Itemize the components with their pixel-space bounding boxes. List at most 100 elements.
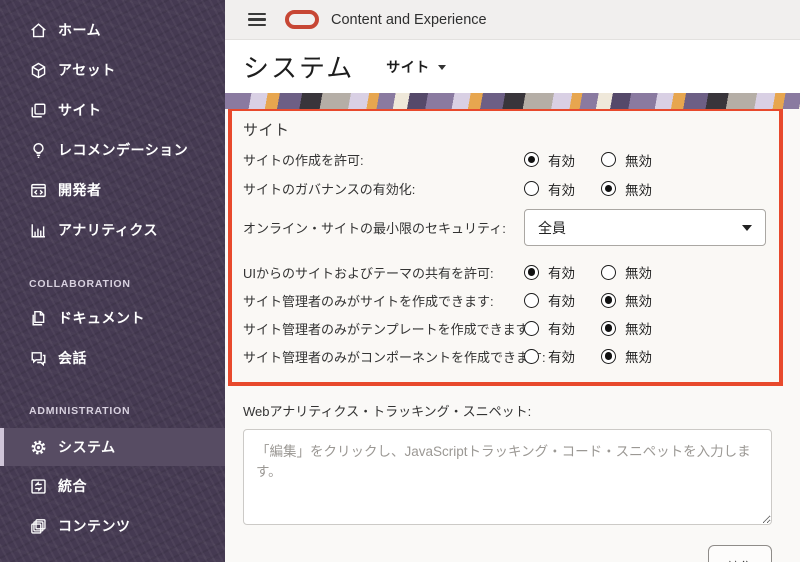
chevron-down-icon [742, 224, 752, 231]
sidebar: ホーム アセット サイト レコメンデーション 開発者 アナリティクス COLLA… [0, 0, 225, 562]
radio-label: 有効 [548, 182, 575, 198]
sidebar-item-system[interactable]: システム [0, 428, 225, 466]
setting-row-minimum-security: オンライン・サイトの最小限のセキュリティ: 全員 [243, 203, 769, 252]
setting-label: サイト管理者のみがテンプレートを作成できます: [243, 321, 533, 337]
radio-option-disabled[interactable]: 無効 [601, 262, 652, 282]
setting-row-allow-ui-sharing: UIからのサイトおよびテーマの共有を許可: 有効 無効 [243, 258, 769, 286]
setting-label: サイトの作成を許可: [243, 153, 364, 168]
radio-option-enabled[interactable]: 有効 [524, 150, 575, 170]
setting-label: UIからのサイトおよびテーマの共有を許可: [243, 265, 494, 281]
scope-dropdown[interactable]: サイト [386, 57, 446, 77]
radio-option-disabled[interactable]: 無効 [601, 179, 652, 199]
radio-button-icon[interactable] [524, 181, 539, 196]
radio-option-enabled[interactable]: 有効 [524, 318, 575, 338]
radio-button-icon[interactable] [601, 152, 616, 167]
radio-label: 無効 [625, 266, 652, 281]
menu-icon[interactable] [248, 13, 266, 26]
chevron-down-icon [437, 65, 446, 70]
title-bar: システム サイト [225, 40, 800, 93]
scope-label: サイト [386, 58, 430, 75]
radio-option-enabled[interactable]: 有効 [524, 179, 575, 199]
setting-label: オンライン・サイトの最小限のセキュリティ: [243, 221, 506, 236]
main-area: Content and Experience システム サイト サイト サイトの… [225, 0, 800, 562]
sidebar-item-recommendations[interactable]: レコメンデーション [0, 130, 225, 170]
radio-button-icon[interactable] [601, 320, 616, 336]
edit-button[interactable]: 編集 [707, 545, 772, 562]
radio-button-icon[interactable] [601, 181, 616, 196]
radio-label: 有効 [548, 294, 575, 309]
radio-button-icon[interactable] [601, 264, 616, 280]
setting-label: サイト管理者のみがコンポーネントを作成できます: [243, 349, 546, 365]
sidebar-item-analytics[interactable]: アナリティクス [0, 210, 225, 250]
radio-option-enabled[interactable]: 有効 [524, 290, 575, 310]
lightbulb-icon [29, 141, 48, 160]
sidebar-item-label: ホーム [58, 22, 102, 38]
selected-value: 全員 [538, 219, 566, 236]
radio-label: 無効 [625, 182, 652, 198]
code-window-icon [29, 181, 48, 200]
sidebar-item-assets[interactable]: アセット [0, 50, 225, 90]
radio-label: 無効 [625, 153, 652, 169]
sites-icon [29, 101, 48, 120]
conversations-icon [29, 349, 48, 368]
site-settings-highlight-box: サイト サイトの作成を許可: 有効 無効 サイトのガバナンスの有効化: 有効 無… [228, 109, 783, 386]
sidebar-item-developer[interactable]: 開発者 [0, 170, 225, 210]
radio-option-disabled[interactable]: 無効 [601, 150, 652, 170]
radio-option-disabled[interactable]: 無効 [601, 290, 652, 310]
radio-option-disabled[interactable]: 無効 [601, 346, 652, 366]
content-layers-icon [29, 517, 48, 536]
bar-chart-icon [29, 221, 48, 240]
sidebar-item-label: 統合 [58, 478, 87, 494]
minimum-security-select[interactable]: 全員 [524, 209, 766, 246]
analytics-label: Webアナリティクス・トラッキング・スニペット: [243, 404, 532, 419]
home-icon [29, 21, 48, 40]
decorative-banner [225, 93, 800, 109]
radio-label: 無効 [625, 350, 652, 365]
web-analytics-section: Webアナリティクス・トラッキング・スニペット: 編集 [243, 401, 772, 562]
radio-button-icon[interactable] [524, 320, 539, 336]
radio-label: 有効 [548, 153, 575, 169]
radio-button-icon[interactable] [524, 348, 539, 364]
gear-icon [29, 438, 48, 457]
radio-label: 無効 [625, 294, 652, 309]
radio-option-enabled[interactable]: 有効 [524, 262, 575, 282]
radio-button-icon[interactable] [524, 292, 539, 308]
radio-button-icon[interactable] [601, 292, 616, 308]
setting-row-admins-only-sites: サイト管理者のみがサイトを作成できます: 有効 無効 [243, 286, 769, 314]
sidebar-item-label: システム [58, 439, 116, 455]
radio-label: 有効 [548, 350, 575, 365]
radio-option-disabled[interactable]: 無効 [601, 318, 652, 338]
sidebar-item-label: コンテンツ [58, 518, 131, 534]
radio-label: 無効 [625, 322, 652, 337]
sidebar-item-label: レコメンデーション [58, 142, 189, 158]
page-title: システム [243, 54, 355, 84]
sidebar-item-label: 会話 [58, 350, 87, 366]
sidebar-item-conversations[interactable]: 会話 [0, 338, 225, 378]
tracking-snippet-textarea[interactable] [243, 429, 772, 525]
setting-label: サイトのガバナンスの有効化: [243, 182, 416, 197]
sidebar-item-label: 開発者 [58, 182, 102, 198]
sidebar-section-administration: ADMINISTRATION [29, 405, 131, 417]
radio-button-icon[interactable] [524, 152, 539, 167]
radio-option-enabled[interactable]: 有効 [524, 346, 575, 366]
cube-icon [29, 61, 48, 80]
brand-title: Content and Experience [331, 11, 487, 28]
sidebar-item-label: アセット [58, 62, 116, 78]
sidebar-item-integration[interactable]: 統合 [0, 466, 225, 506]
section-heading: サイト [243, 122, 290, 139]
radio-label: 有効 [548, 266, 575, 281]
sidebar-item-sites[interactable]: サイト [0, 90, 225, 130]
setting-label: サイト管理者のみがサイトを作成できます: [243, 293, 494, 309]
sidebar-item-home[interactable]: ホーム [0, 10, 225, 50]
sidebar-item-content[interactable]: コンテンツ [0, 506, 225, 546]
radio-label: 有効 [548, 322, 575, 337]
oracle-logo-icon [285, 10, 319, 29]
setting-row-allow-site-creation: サイトの作成を許可: 有効 無効 [243, 145, 769, 174]
documents-icon [29, 309, 48, 328]
sidebar-item-documents[interactable]: ドキュメント [0, 298, 225, 338]
radio-button-icon[interactable] [524, 264, 539, 280]
settings-content: サイト サイトの作成を許可: 有効 無効 サイトのガバナンスの有効化: 有効 無… [225, 109, 800, 562]
sidebar-item-label: アナリティクス [58, 222, 158, 238]
radio-button-icon[interactable] [601, 348, 616, 364]
top-bar: Content and Experience [225, 0, 800, 40]
